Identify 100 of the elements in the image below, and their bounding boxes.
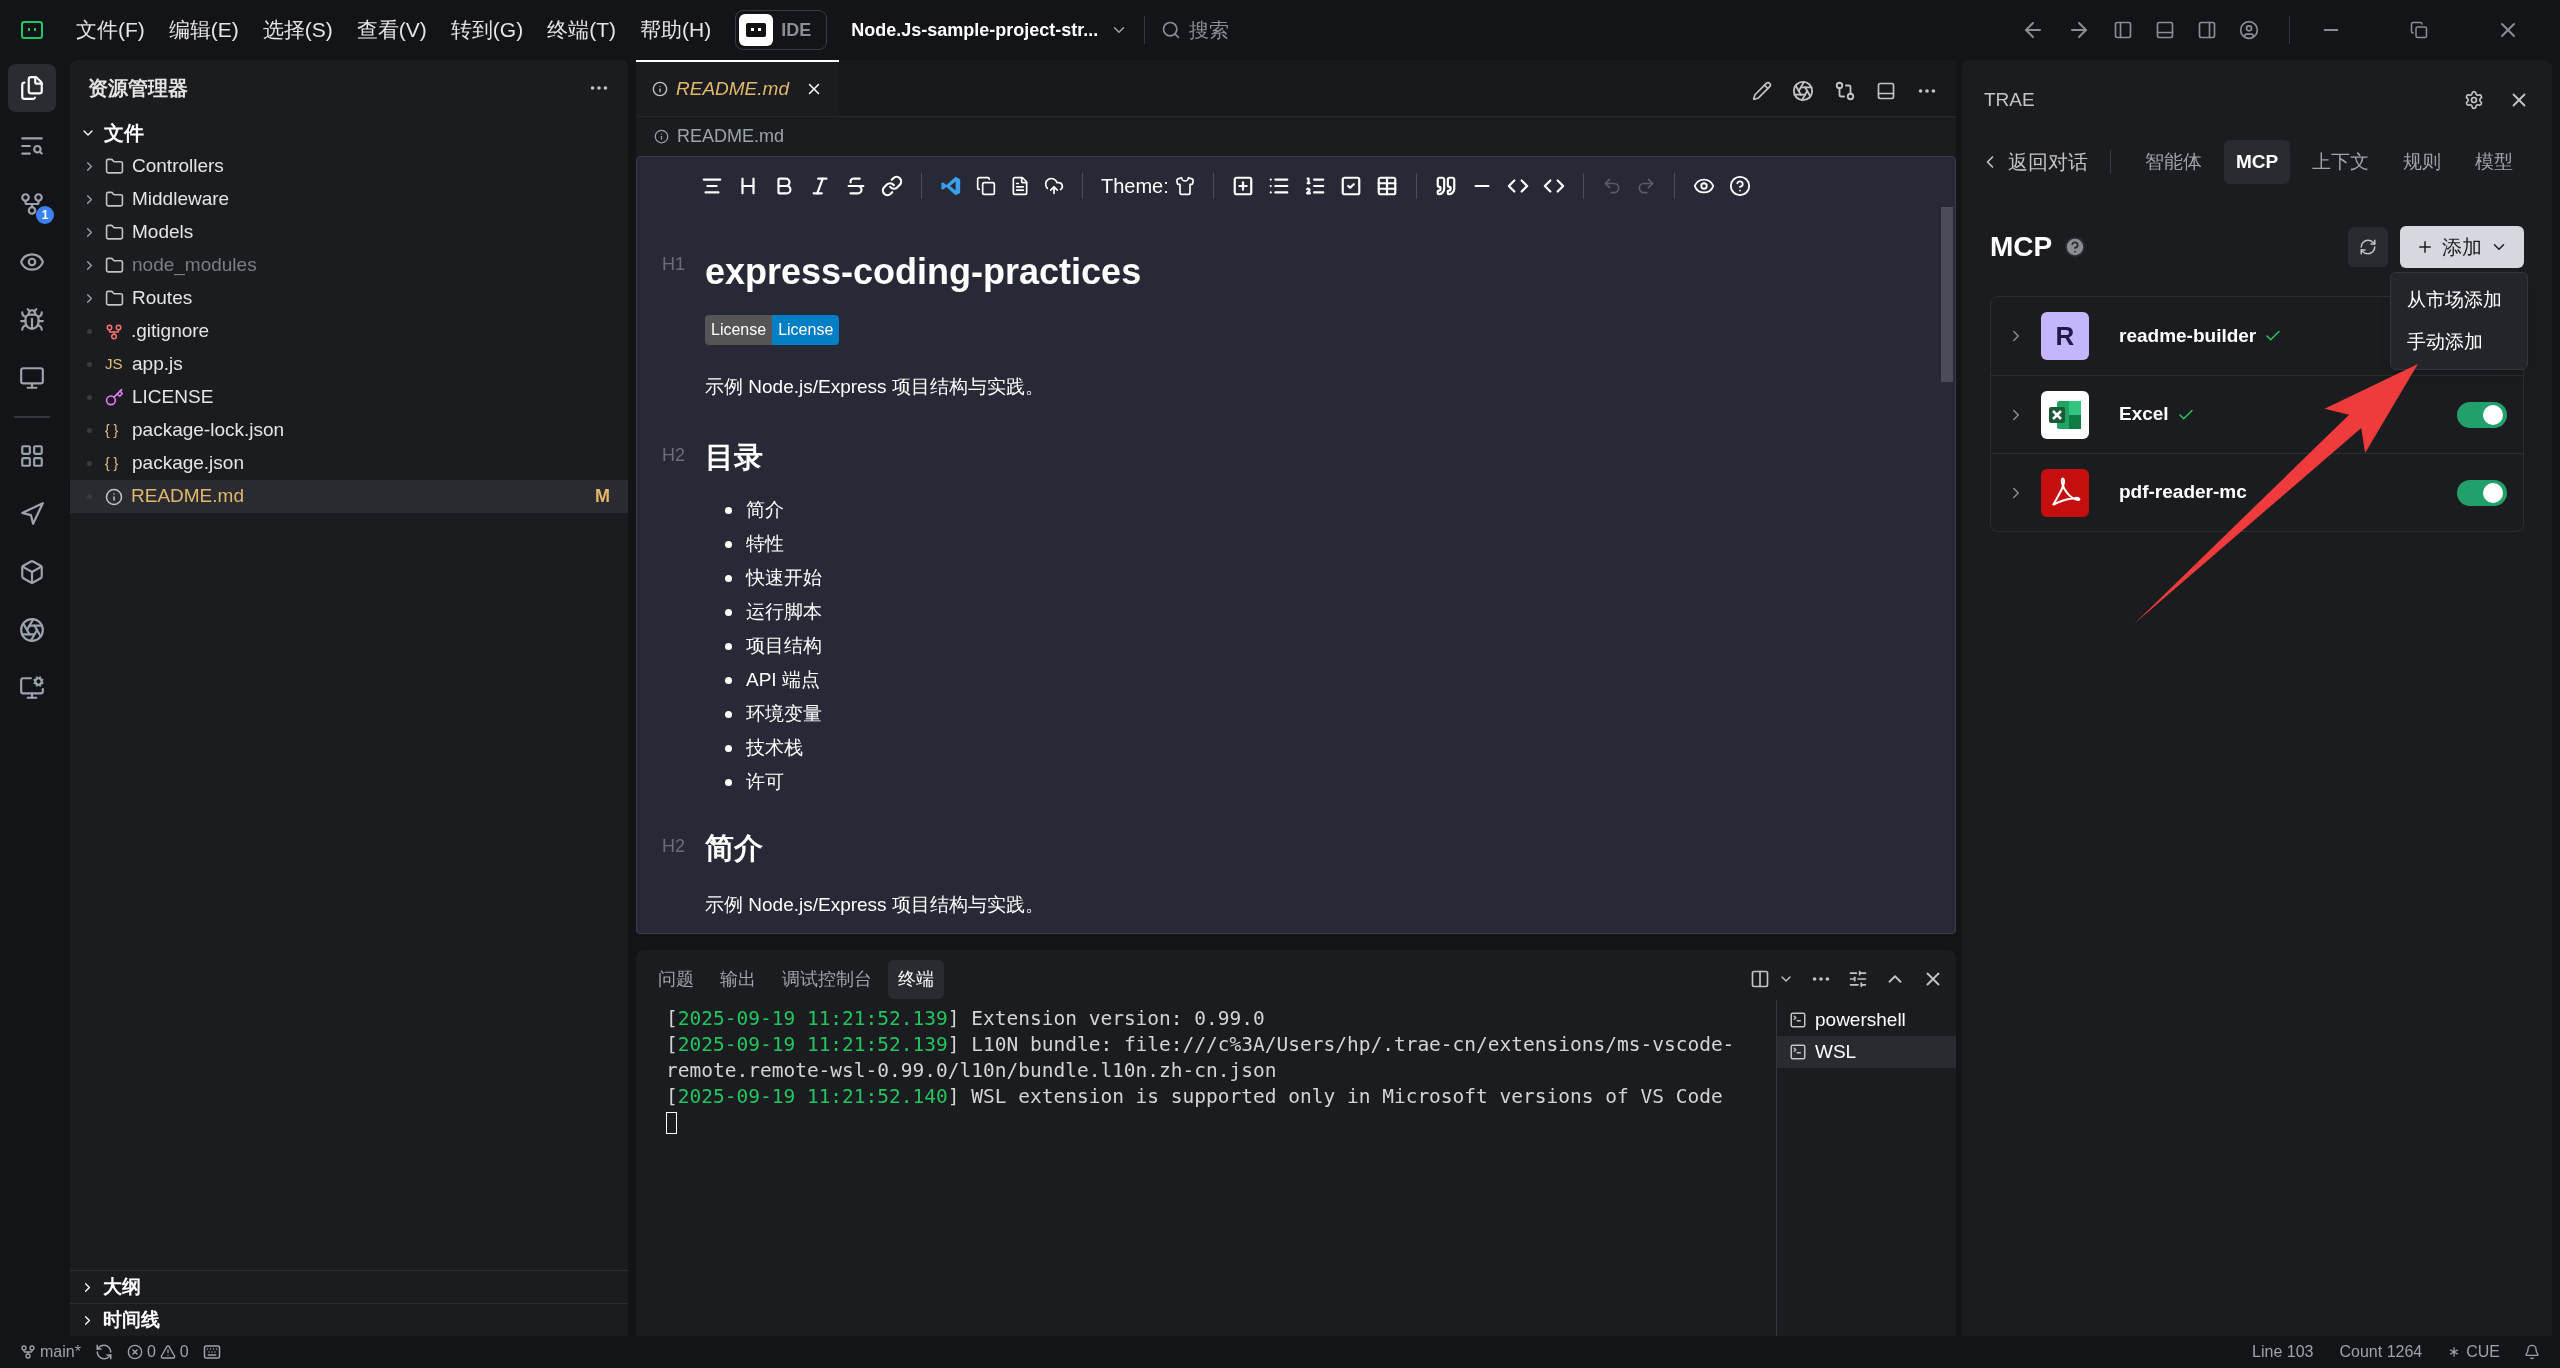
shirt-icon[interactable] — [1174, 176, 1195, 196]
heading-marker: H2 — [662, 835, 685, 858]
refresh-icon — [2359, 238, 2377, 256]
list-item: 项目结构 — [746, 633, 822, 658]
bullet-icon — [725, 676, 732, 684]
tree-item[interactable]: Middleware — [70, 183, 628, 216]
tree-item[interactable]: 文件 — [70, 116, 628, 150]
editor-tab[interactable]: README.md — [636, 60, 839, 116]
aperture-icon[interactable] — [1792, 80, 1814, 102]
word-count[interactable]: Count 1264 — [2339, 1340, 2423, 1364]
panel-tab[interactable]: 输出 — [710, 959, 766, 999]
panel-right-icon[interactable] — [2197, 20, 2217, 40]
code-editor-icon[interactable] — [940, 175, 962, 197]
tree-item[interactable]: .gitignore — [70, 315, 628, 348]
align-icon[interactable] — [701, 175, 723, 197]
list-item: 快速开始 — [746, 565, 822, 590]
bullet-list-icon[interactable] — [1267, 175, 1290, 197]
panel-bottom-icon[interactable] — [2155, 20, 2175, 40]
checkbox-icon[interactable] — [1339, 175, 1362, 197]
tree-item[interactable]: Models — [70, 216, 628, 249]
activity-button[interactable]: 1 — [8, 180, 56, 228]
tree-item[interactable]: README.md M — [70, 480, 628, 513]
tree-item[interactable]: Controllers — [70, 150, 628, 183]
search-field[interactable]: 搜索 — [1161, 15, 1462, 45]
panel-tab[interactable]: 上下文 — [2300, 139, 2382, 185]
numbered-list-icon[interactable] — [1303, 175, 1326, 197]
scrollbar-thumb[interactable] — [1941, 207, 1953, 382]
settings-icon[interactable] — [2464, 90, 2484, 110]
panel-tab[interactable]: 规则 — [2391, 139, 2454, 185]
menu-item[interactable]: 编辑(E) — [156, 10, 251, 50]
braces-icon: { } — [105, 420, 124, 441]
link-icon[interactable] — [881, 175, 903, 197]
list-item: 许可 — [746, 769, 784, 794]
menu-item[interactable]: 从市场添加 — [2391, 279, 2527, 321]
project-selector[interactable]: Node.Js-sample-project-str... — [851, 16, 1129, 44]
navigation-icon — [19, 501, 45, 527]
restore-icon[interactable] — [2410, 21, 2428, 39]
menu-item[interactable]: 终端(T) — [535, 10, 628, 50]
breadcrumb-item[interactable]: README.md — [677, 123, 784, 150]
tree-item[interactable]: LICENSE — [70, 381, 628, 414]
panel-title: TRAE — [1984, 87, 2035, 112]
copy-icon[interactable] — [976, 176, 996, 196]
toggle-switch[interactable] — [2457, 479, 2507, 506]
server-name: pdf-reader-mc — [2119, 480, 2247, 505]
panel-tab[interactable]: 调试控制台 — [772, 959, 882, 999]
upload-icon[interactable] — [1044, 176, 1064, 196]
menu-item[interactable]: 转到(G) — [438, 10, 536, 50]
search-icon — [1161, 20, 1182, 40]
quote-icon[interactable] — [1434, 175, 1457, 197]
toggle-switch[interactable] — [2457, 401, 2507, 428]
account-icon[interactable] — [2239, 20, 2259, 40]
menu-item[interactable]: 文件(F) — [64, 10, 157, 50]
menu-item[interactable]: 帮助(H) — [628, 10, 724, 50]
section-header[interactable]: 大纲 — [70, 1270, 628, 1303]
compare-icon[interactable] — [1834, 80, 1856, 102]
panel-tab[interactable]: 智能体 — [2133, 139, 2214, 185]
monitor-gear-icon — [19, 675, 45, 701]
panel-bottom-icon[interactable] — [1876, 81, 1896, 101]
panel-tab[interactable]: 问题 — [648, 959, 704, 999]
bell-icon[interactable] — [2524, 1344, 2540, 1360]
menu-item[interactable]: 查看(V) — [344, 10, 439, 50]
mode-toggle[interactable]: IDE — [735, 10, 828, 50]
split-icon[interactable] — [1750, 969, 1770, 989]
branch-status[interactable]: main* — [20, 1340, 81, 1364]
add-block-icon[interactable] — [1231, 175, 1254, 197]
server-name: Excel — [2119, 402, 2169, 427]
tree-item[interactable]: { } package-lock.json — [70, 414, 628, 447]
pencil-icon[interactable] — [1752, 81, 1772, 101]
language-status[interactable]: CUE — [2446, 1340, 2500, 1364]
menu-item[interactable]: 选择(S) — [250, 10, 345, 50]
activity-button[interactable] — [8, 64, 56, 112]
bullet-icon — [725, 744, 732, 752]
mode-label[interactable]: IDE — [781, 16, 824, 44]
add-button[interactable]: 添加 — [2400, 226, 2524, 268]
menu-item[interactable]: 手动添加 — [2391, 321, 2527, 363]
table-icon[interactable] — [1375, 175, 1398, 197]
cursor-position[interactable]: Line 103 — [2252, 1340, 2314, 1364]
problems-status[interactable]: 0 0 — [126, 1340, 189, 1364]
panel-tab[interactable]: 终端 — [888, 959, 944, 999]
list-item: API 端点 — [746, 667, 820, 692]
info-icon — [105, 487, 123, 506]
folder-icon — [105, 190, 124, 209]
bullet-icon — [725, 540, 732, 548]
folder-icon — [105, 157, 124, 176]
sliders-icon[interactable] — [1848, 969, 1868, 989]
panel-left-icon[interactable] — [2113, 20, 2133, 40]
strikethrough-icon[interactable] — [845, 175, 867, 197]
tree-item[interactable]: Routes — [70, 282, 628, 315]
tree-item[interactable]: node_modules — [70, 249, 628, 282]
back-link[interactable]: 返回对话 — [1980, 147, 2088, 177]
keyboard-icon[interactable] — [202, 1343, 221, 1361]
tree-item[interactable]: { } package.json — [70, 447, 628, 480]
panel-tab[interactable]: 模型 — [2463, 139, 2526, 185]
sync-icon[interactable] — [94, 1343, 113, 1361]
app-logo-icon[interactable] — [21, 21, 43, 39]
terminal-list-item[interactable]: powershell — [1777, 1004, 1956, 1036]
refresh-button[interactable] — [2348, 227, 2388, 267]
terminal-list-item[interactable]: WSL — [1777, 1036, 1956, 1068]
panel-tab[interactable]: MCP — [2224, 139, 2291, 185]
tree-item[interactable]: JS app.js — [70, 348, 628, 381]
